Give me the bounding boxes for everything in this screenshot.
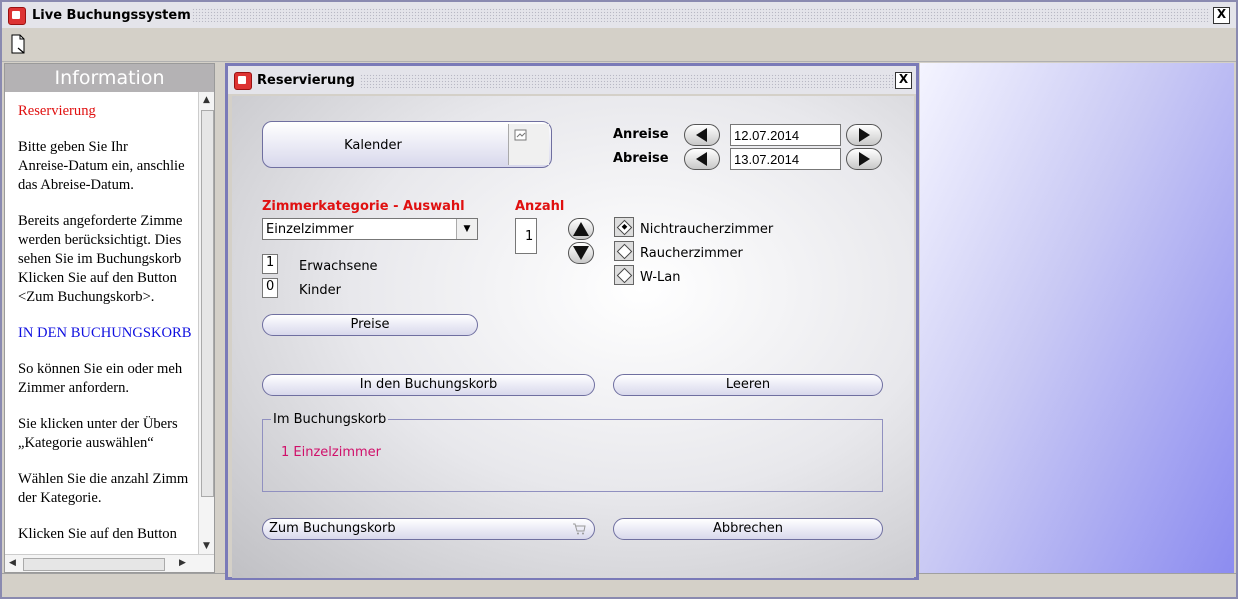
info-panel: Information Reservierung Bitte geben Sie…: [4, 63, 215, 573]
info-paragraph: Klicken Sie auf den Button: [18, 526, 177, 542]
anzahl-value: 1: [525, 229, 534, 244]
erwachsene-input[interactable]: 1: [262, 254, 278, 274]
erwachsene-value: 1: [266, 255, 275, 270]
preise-button[interactable]: Preise: [262, 314, 478, 336]
app-titlebar: Live Buchungssystem X: [2, 2, 1236, 28]
info-paragraph: IN DEN BUCHUNGSKORB: [18, 325, 192, 341]
leeren-button[interactable]: Leeren: [613, 374, 883, 396]
shopping-cart-icon: [573, 523, 586, 535]
kategorie-select[interactable]: Einzelzimmer ▼: [262, 218, 478, 240]
raucher-checkbox[interactable]: [614, 241, 634, 261]
app-title: Live Buchungssystem: [32, 8, 191, 23]
app-close-button[interactable]: X: [1213, 7, 1230, 24]
zum-buchungskorb-label: Zum Buchungskorb: [269, 521, 396, 536]
anreise-date-input[interactable]: [730, 124, 841, 146]
abreise-next-button[interactable]: [846, 148, 882, 170]
buchungskorb-group: Im Buchungskorb 1 Einzelzimmer: [262, 412, 883, 492]
desktop-background: [920, 63, 1234, 573]
raucher-label: Raucherzimmer: [640, 246, 743, 261]
kalender-button[interactable]: Kalender: [262, 121, 552, 168]
kinder-value: 0: [266, 279, 275, 294]
wlan-checkbox[interactable]: [614, 265, 634, 285]
info-paragraph: So können Sie ein oder meh Zimmer anford…: [18, 361, 183, 396]
dialog-close-button[interactable]: X: [895, 72, 912, 89]
scroll-left-arrow-icon[interactable]: ◀: [9, 558, 16, 568]
wlan-label: W-Lan: [640, 270, 681, 285]
kategorie-heading: Zimmerkategorie - Auswahl: [262, 199, 465, 214]
reservierung-dialog: Reservierung X Kalender Anreise Abreise: [225, 63, 919, 580]
scroll-thumb[interactable]: [201, 110, 214, 497]
anzahl-down-button[interactable]: [568, 242, 594, 264]
info-text: Reservierung Bitte geben Sie Ihr Anreise…: [18, 102, 198, 561]
kalender-label: Kalender: [344, 138, 402, 153]
anzahl-input[interactable]: 1: [515, 218, 537, 254]
nichtraucher-label: Nichtraucherzimmer: [640, 222, 774, 237]
scroll-right-arrow-icon[interactable]: ▶: [179, 558, 186, 568]
scroll-thumb[interactable]: [23, 558, 165, 571]
info-paragraph: Sie klicken unter der Übers „Kategorie a…: [18, 416, 178, 451]
new-document-icon[interactable]: [10, 34, 26, 54]
anreise-label: Anreise: [613, 127, 669, 142]
info-paragraph: Reservierung: [18, 103, 96, 119]
anreise-next-button[interactable]: [846, 124, 882, 146]
calendar-icon: [508, 124, 549, 165]
abreise-prev-button[interactable]: [684, 148, 720, 170]
korb-item[interactable]: 1 Einzelzimmer: [281, 445, 381, 460]
abreise-label: Abreise: [613, 151, 669, 166]
abbrechen-button[interactable]: Abbrechen: [613, 518, 883, 540]
info-heading: Information: [5, 64, 214, 92]
nichtraucher-checkbox[interactable]: [614, 217, 634, 237]
anreise-prev-button[interactable]: [684, 124, 720, 146]
info-paragraph: Wählen Sie die anzahl Zimm der Kategorie…: [18, 471, 189, 506]
info-horizontal-scrollbar[interactable]: ◀ ▶: [5, 554, 214, 572]
kinder-label: Kinder: [299, 283, 341, 298]
zum-buchungskorb-button[interactable]: Zum Buchungskorb: [262, 518, 595, 540]
anzahl-heading: Anzahl: [515, 199, 565, 214]
anzahl-up-button[interactable]: [568, 218, 594, 240]
toolbar: [2, 28, 1236, 62]
erwachsene-label: Erwachsene: [299, 259, 378, 274]
kinder-input[interactable]: 0: [262, 278, 278, 298]
chevron-down-icon[interactable]: ▼: [456, 219, 477, 239]
dialog-titlebar: Reservierung X: [228, 66, 916, 94]
info-paragraph: Bereits angeforderte Zimme werden berück…: [18, 213, 183, 305]
abreise-date-input[interactable]: [730, 148, 841, 170]
dialog-title: Reservierung: [257, 73, 355, 88]
info-paragraph: Bitte geben Sie Ihr Anreise-Datum ein, a…: [18, 139, 185, 193]
buchungskorb-legend: Im Buchungskorb: [273, 412, 387, 427]
dialog-logo-icon: [234, 72, 252, 90]
info-vertical-scrollbar[interactable]: ▲ ▼: [198, 92, 214, 554]
in-den-buchungskorb-button[interactable]: In den Buchungskorb: [262, 374, 595, 396]
dialog-body: Kalender Anreise Abreise Zimmerkategorie…: [232, 96, 914, 578]
scroll-down-arrow-icon[interactable]: ▼: [203, 541, 210, 551]
app-logo-icon: [8, 7, 26, 25]
scroll-up-arrow-icon[interactable]: ▲: [203, 95, 210, 105]
kategorie-selected-value: Einzelzimmer: [266, 222, 354, 237]
